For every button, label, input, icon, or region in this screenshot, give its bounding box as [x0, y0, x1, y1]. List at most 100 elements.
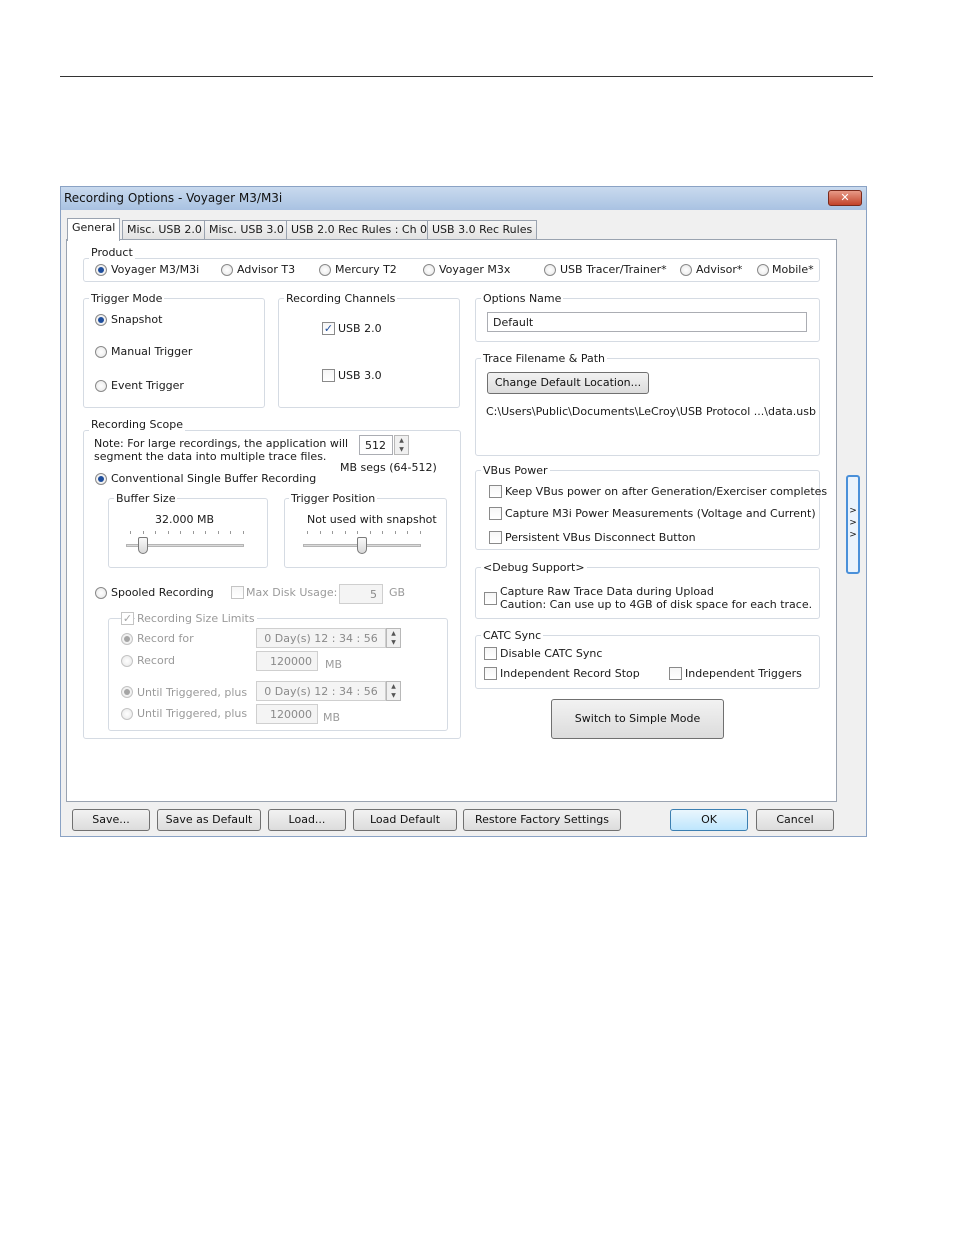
persistent-vbus-checkbox[interactable]	[489, 531, 502, 544]
product-label-usb-tracer: USB Tracer/Trainer*	[560, 263, 667, 276]
recording-scope-label: Recording Scope	[89, 418, 186, 431]
usb20-checkbox[interactable]: ✓	[322, 322, 335, 335]
cancel-button[interactable]: Cancel	[756, 809, 834, 831]
product-radio-voyager-m3[interactable]	[95, 264, 107, 276]
independent-triggers-checkbox[interactable]	[669, 667, 682, 680]
slider-tick	[357, 531, 358, 534]
product-radio-mobile[interactable]	[757, 264, 769, 276]
options-name-input[interactable]: Default	[487, 312, 807, 332]
load-default-button[interactable]: Load Default	[353, 809, 457, 831]
spin-down-icon[interactable]: ▼	[395, 445, 408, 454]
spooled-recording-label: Spooled Recording	[111, 586, 214, 599]
keep-vbus-label: Keep VBus power on after Generation/Exer…	[505, 485, 828, 498]
product-radio-advisor[interactable]	[680, 264, 692, 276]
ok-button[interactable]: OK	[670, 809, 748, 831]
disable-catc-sync-checkbox[interactable]	[484, 647, 497, 660]
slider-tick	[167, 531, 169, 534]
conventional-recording-radio[interactable]	[95, 473, 107, 485]
product-radio-mercury-t2[interactable]	[319, 264, 331, 276]
product-radio-voyager-m3x[interactable]	[423, 264, 435, 276]
buffer-size-value: 32.000 MB	[155, 513, 215, 526]
trigger-label-snapshot: Snapshot	[111, 313, 163, 326]
recording-channels-group	[278, 298, 460, 408]
slider-tick	[407, 531, 408, 534]
capture-raw-trace-caution: Caution: Can use up to 4GB of disk space…	[500, 598, 813, 611]
record-for-time-input[interactable]: 0 Day(s) 12 : 34 : 56	[256, 628, 386, 648]
until-triggered-time-radio[interactable]	[121, 686, 133, 698]
until-triggered-size-radio[interactable]	[121, 708, 133, 720]
page-header-rule	[60, 76, 873, 77]
recording-size-limits-checkbox[interactable]: ✓	[121, 612, 134, 625]
save-button[interactable]: Save...	[72, 809, 150, 831]
trigger-radio-manual[interactable]	[95, 346, 107, 358]
slider-tick	[155, 531, 156, 534]
close-button[interactable]: ✕	[828, 190, 862, 206]
trigger-radio-event[interactable]	[95, 380, 107, 392]
capture-raw-trace-checkbox[interactable]	[484, 592, 497, 605]
trigger-label-manual: Manual Trigger	[111, 345, 193, 358]
usb30-checkbox[interactable]	[322, 369, 335, 382]
record-for-spinner[interactable]: ▲ ▼	[386, 628, 401, 648]
title-bar: Recording Options - Voyager M3/M3i ✕	[61, 187, 866, 210]
capture-raw-trace-label: Capture Raw Trace Data during Upload	[500, 585, 714, 598]
tab-misc-usb20[interactable]: Misc. USB 2.0	[122, 220, 207, 239]
trigger-position-value: Not used with snapshot	[307, 513, 437, 526]
restore-factory-settings-button[interactable]: Restore Factory Settings	[463, 809, 621, 831]
until-triggered-time-input[interactable]: 0 Day(s) 12 : 34 : 56	[256, 681, 386, 701]
tab-general[interactable]: General	[67, 218, 121, 241]
segment-size-unit: MB segs (64-512)	[340, 461, 437, 474]
slider-tick	[307, 531, 308, 534]
save-as-default-button[interactable]: Save as Default	[157, 809, 261, 831]
spooled-recording-radio[interactable]	[95, 587, 107, 599]
buffer-size-slider-thumb[interactable]	[137, 537, 148, 554]
slider-tick	[230, 531, 231, 534]
recording-size-limits-label: Recording Size Limits	[135, 612, 257, 625]
tab-usb30-rec-rules[interactable]: USB 3.0 Rec Rules	[427, 220, 538, 239]
keep-vbus-checkbox[interactable]	[489, 485, 502, 498]
scope-note-line2: segment the data into multiple trace fil…	[94, 450, 327, 463]
slider-tick	[319, 531, 321, 534]
spin-up-icon[interactable]: ▲	[387, 629, 400, 638]
max-disk-label: Max Disk Usage:	[246, 586, 338, 599]
vbus-power-label: VBus Power	[481, 464, 550, 477]
spin-up-icon[interactable]: ▲	[387, 682, 400, 691]
record-size-input[interactable]: 120000	[256, 651, 318, 671]
switch-simple-mode-button[interactable]: Switch to Simple Mode	[551, 699, 724, 739]
until-triggered-time-label: Until Triggered, plus	[137, 686, 248, 699]
segment-size-input[interactable]: 512	[359, 435, 393, 455]
independent-record-stop-checkbox[interactable]	[484, 667, 497, 680]
segment-size-spinner[interactable]: ▲ ▼	[394, 435, 409, 455]
capture-power-checkbox[interactable]	[489, 507, 502, 520]
tab-misc-usb30[interactable]: Misc. USB 3.0	[204, 220, 289, 239]
independent-record-stop-label: Independent Record Stop	[500, 667, 640, 680]
trigger-position-label: Trigger Position	[289, 492, 378, 505]
buffer-size-group	[108, 498, 268, 568]
product-radio-advisor-t3[interactable]	[221, 264, 233, 276]
product-radio-usb-tracer[interactable]	[544, 264, 556, 276]
change-default-location-button[interactable]: Change Default Location...	[487, 372, 649, 394]
usb20-label: USB 2.0	[338, 322, 382, 335]
record-size-label: Record	[137, 654, 176, 667]
trigger-radio-snapshot[interactable]	[95, 314, 107, 326]
max-disk-checkbox[interactable]	[231, 586, 244, 599]
record-size-radio[interactable]	[121, 655, 133, 667]
spin-down-icon[interactable]: ▼	[387, 691, 400, 700]
options-name-label: Options Name	[481, 292, 564, 305]
tab-usb20-rec-rules[interactable]: USB 2.0 Rec Rules : Ch 0	[286, 220, 433, 239]
slider-tick	[419, 531, 421, 534]
expand-panel-tab[interactable]: > > >	[846, 475, 860, 574]
trace-file-path: C:\Users\Public\Documents\LeCroy\USB Pro…	[486, 405, 816, 418]
record-for-label: Record for	[137, 632, 194, 645]
trigger-label-event: Event Trigger	[111, 379, 184, 392]
until-triggered-size-input[interactable]: 120000	[256, 704, 318, 724]
load-button[interactable]: Load...	[268, 809, 346, 831]
until-triggered-time-spinner[interactable]: ▲ ▼	[386, 681, 401, 701]
max-disk-unit: GB	[389, 586, 406, 599]
spin-down-icon[interactable]: ▼	[387, 638, 400, 647]
until-triggered-size-label: Until Triggered, plus	[137, 707, 248, 720]
spin-up-icon[interactable]: ▲	[395, 436, 408, 445]
max-disk-input[interactable]: 5	[339, 584, 383, 604]
trigger-position-slider-thumb[interactable]	[357, 537, 367, 554]
product-label-advisor: Advisor*	[696, 263, 743, 276]
record-for-radio[interactable]	[121, 633, 133, 645]
